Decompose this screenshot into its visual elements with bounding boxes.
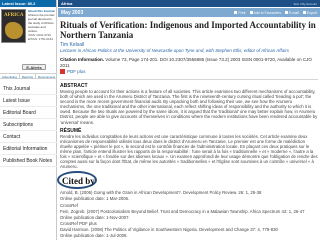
- article-tools: Print Add to Favourites E-mail Export: [234, 11, 317, 15]
- tab-reprints[interactable]: Reprints: [18, 74, 35, 79]
- eissn: EISSN: 1750-0184: [28, 37, 54, 41]
- email-tool[interactable]: E-mail: [284, 10, 299, 15]
- latest-issue-header[interactable]: Latest Issue: 80.2: [0, 0, 56, 7]
- cited-item-3-date: Online publication date: 1-Jul-2008.: [60, 232, 128, 238]
- article-content: Rituals of Verification: Indigenous and …: [57, 20, 318, 238]
- journal-name[interactable]: Africa: [61, 1, 72, 6]
- cited-by-section: Cited by: [57, 171, 318, 190]
- sidebar-item-editorial-board[interactable]: Editorial Board: [0, 107, 57, 119]
- citation-info: Citation Information. Volume 73, Page 17…: [60, 57, 318, 68]
- cited-item-1[interactable]: Arnold, B. (2006) Going with the Grain i…: [60, 190, 318, 195]
- citation-label: Citation Information.: [60, 57, 104, 62]
- email-label: E-mail: [288, 10, 299, 15]
- sidebar: Latest Issue: 80.2 AFRICA About this Jou…: [0, 0, 57, 240]
- resume-text: Rendre les individus comptables de leurs…: [60, 133, 318, 170]
- print-icon: [234, 11, 238, 14]
- sidebar-item-latest-issue[interactable]: Latest Issue: [0, 95, 57, 107]
- sidebar-item-this-journal[interactable]: This Journal: [0, 83, 57, 95]
- sidebar-item-published-book-notes[interactable]: Published Book Notes: [0, 155, 57, 167]
- crossref-link-1[interactable]: CrossRef: [60, 203, 318, 208]
- pdf-label: PDF plus: [67, 69, 86, 74]
- about-journal: About this Journal Africa is the premier…: [28, 9, 56, 41]
- divider: [60, 79, 318, 80]
- tab-recommend[interactable]: Recommend: [35, 74, 57, 79]
- pdf-icon: [60, 69, 65, 74]
- crossref-link-2[interactable]: CrossRef PDF plus: [60, 221, 318, 226]
- export-label: Export: [306, 10, 317, 15]
- sidebar-item-contact[interactable]: Contact: [0, 131, 57, 143]
- cited-item-1-date: Online publication date: 1 Mar-2006.: [60, 196, 130, 202]
- favourites-label: Add to Favourites: [253, 10, 281, 15]
- sidebar-tabs: Advertising Reprints Recommend: [0, 73, 57, 79]
- cited-by-heading: Cited by: [62, 176, 95, 187]
- cited-item-2[interactable]: Fein, Zogreb. (2007) Postcolonialism Bey…: [60, 209, 318, 214]
- author-affiliation: Lecturer in African Politics at the Univ…: [60, 48, 290, 53]
- journal-cover-image[interactable]: AFRICA: [1, 9, 26, 43]
- export-tool[interactable]: Export: [302, 10, 317, 15]
- sidebar-item-editorial-information[interactable]: Editorial Information: [0, 143, 57, 155]
- tab-advertising[interactable]: Advertising: [0, 74, 19, 79]
- about-text: Africa is the premier journal devoted to…: [28, 13, 55, 33]
- abstract-text: Moving people to account for their actio…: [60, 89, 318, 125]
- cited-item-2-date: Online publication date: 1-Nov-2007.: [60, 214, 130, 220]
- account-links[interactable]: Sort / My Account: [293, 2, 317, 6]
- favourites-tool[interactable]: Add to Favourites: [249, 10, 281, 15]
- mail-icon: [284, 11, 288, 14]
- print-tool[interactable]: Print: [234, 10, 246, 15]
- issue-date: May 2003: [61, 9, 84, 16]
- export-icon: [302, 11, 306, 14]
- africa-map-icon: [5, 22, 23, 39]
- journal-cover-title: AFRICA: [4, 13, 24, 18]
- top-bar: Africa Sort / My Account: [58, 0, 320, 7]
- star-icon: [249, 11, 253, 14]
- pdf-link[interactable]: PDF plus: [60, 69, 318, 74]
- cited-item-3[interactable]: David Harrison. (2008) The Politics of V…: [60, 227, 318, 232]
- print-label: Print: [238, 10, 246, 15]
- e-alerts-button[interactable]: E-Alerts: [22, 64, 46, 70]
- sidebar-menu: This Journal Latest Issue Editorial Boar…: [0, 83, 57, 167]
- article-title: Rituals of Verification: Indigenous and …: [60, 20, 316, 40]
- sidebar-item-subscriptions[interactable]: Subscriptions: [0, 119, 57, 131]
- issue-bar: May 2003 Print Add to Favourites E-mail …: [58, 8, 320, 17]
